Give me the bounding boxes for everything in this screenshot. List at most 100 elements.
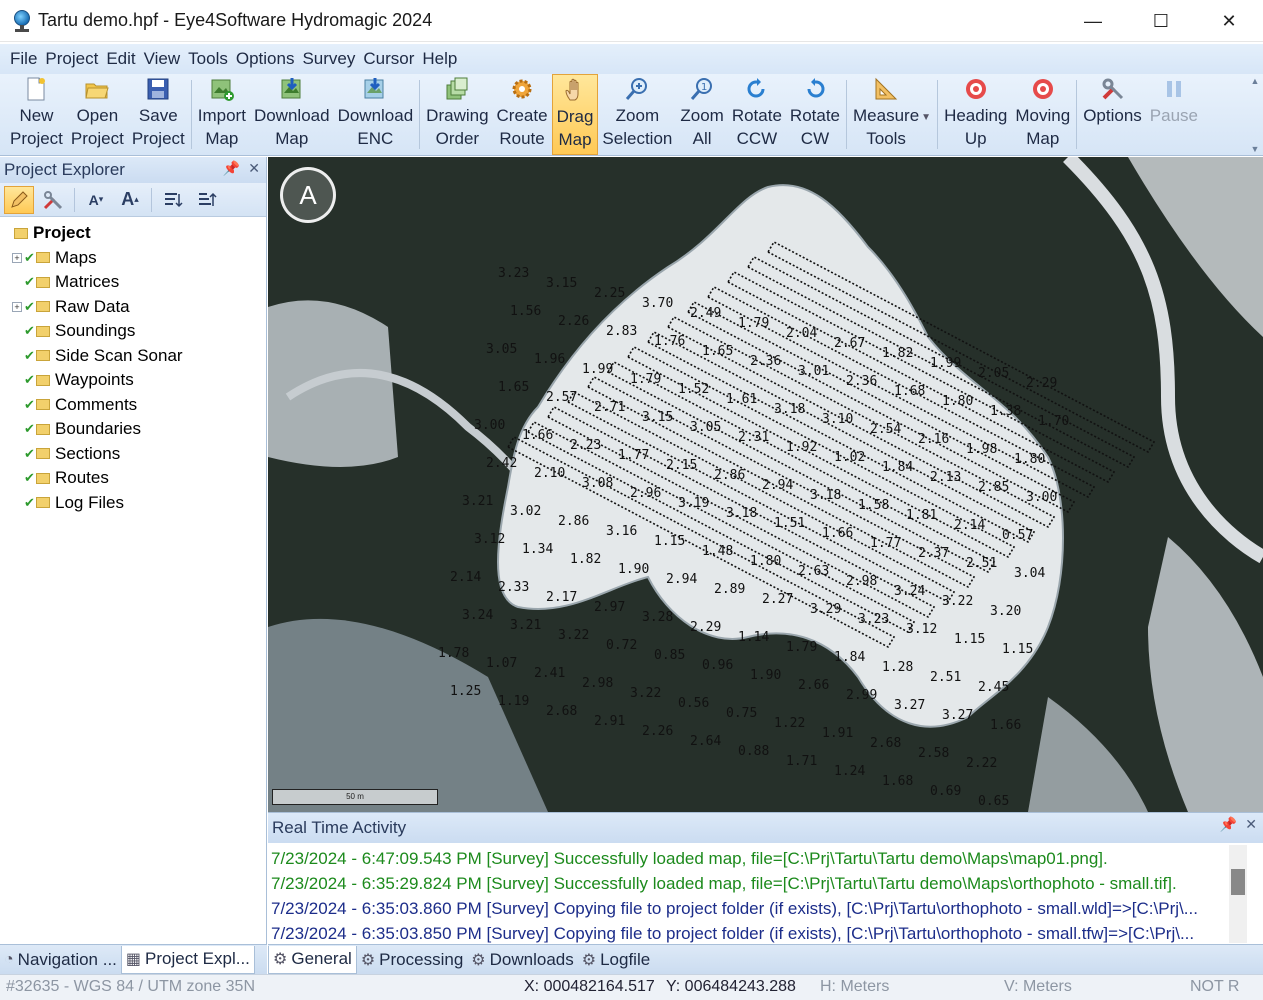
tab-downloads[interactable]: ⚙ Downloads — [467, 946, 577, 974]
maximize-button[interactable]: ☐ — [1127, 0, 1195, 42]
tree-item-sections[interactable]: ✔ Sections — [4, 442, 266, 467]
checkmark-icon[interactable]: ✔ — [24, 470, 35, 486]
drag-map-button[interactable]: Drag Map — [551, 74, 599, 155]
project-explorer-header: Project Explorer 📌 ✕ — [0, 157, 266, 183]
checkmark-icon[interactable]: ✔ — [24, 495, 35, 511]
checkmark-icon[interactable]: ✔ — [24, 323, 35, 339]
tab-project-explorer-label: Project Expl... — [145, 949, 250, 968]
download-enc-button[interactable]: Download ENC — [334, 74, 418, 155]
import-map-button[interactable]: Import Map — [194, 74, 250, 155]
rotate-cw-button[interactable]: Rotate CW — [786, 74, 844, 155]
sounding-label: 2.68 — [546, 704, 577, 719]
moving-map-button[interactable]: Moving Map — [1011, 74, 1074, 155]
chevron-down-icon[interactable]: ▼ — [921, 106, 931, 129]
menu-edit[interactable]: Edit — [106, 49, 135, 69]
menu-survey[interactable]: Survey — [302, 49, 355, 69]
menu-cursor[interactable]: Cursor — [363, 49, 414, 69]
left-panel-tabs: ◔ Navigation ... ▦ Project Expl... — [0, 944, 267, 974]
tab-processing[interactable]: ⚙ Processing — [357, 946, 467, 974]
chevron-down-icon[interactable]: ▼ — [1251, 144, 1260, 154]
tree-item-side-scan-sonar[interactable]: ✔ Side Scan Sonar — [4, 344, 266, 369]
sort-descending-icon[interactable] — [192, 186, 222, 214]
tab-project-explorer[interactable]: ▦ Project Expl... — [120, 945, 255, 974]
menu-file[interactable]: File — [10, 49, 37, 69]
drawing-order-button[interactable]: Drawing Order — [422, 74, 492, 155]
close-icon[interactable]: ✕ — [248, 160, 260, 177]
tree-item-boundaries[interactable]: ✔ Boundaries — [4, 417, 266, 442]
scrollbar-thumb[interactable] — [1231, 869, 1245, 895]
checkmark-icon[interactable]: ✔ — [24, 348, 35, 364]
sounding-label: 1.82 — [882, 346, 913, 361]
tab-general[interactable]: ⚙ General — [268, 945, 357, 974]
sort-ascending-icon[interactable] — [158, 186, 188, 214]
options-button[interactable]: Options — [1079, 74, 1146, 155]
zoom-all-button[interactable]: 1 Zoom All — [676, 74, 727, 155]
status-v-units: V: Meters — [1004, 978, 1072, 995]
checkmark-icon[interactable]: ✔ — [24, 421, 35, 437]
activity-scrollbar[interactable] — [1229, 845, 1247, 943]
tree-root-project[interactable]: Project — [4, 221, 266, 246]
tree-item-waypoints[interactable]: ✔ Waypoints — [4, 368, 266, 393]
pin-icon[interactable]: 📌 — [1220, 816, 1237, 833]
tree-item-label: Side Scan Sonar — [55, 345, 183, 365]
drag-map-label-1: Drag — [556, 107, 594, 126]
close-button[interactable]: ✕ — [1195, 0, 1263, 42]
sounding-label: 2.36 — [750, 354, 781, 369]
create-route-button[interactable]: Create Route — [493, 74, 552, 155]
north-arrow-icon[interactable]: A — [280, 167, 336, 223]
new-project-button[interactable]: New Project — [6, 74, 67, 155]
tree-item-log-files[interactable]: ✔ Log Files — [4, 491, 266, 516]
pin-icon[interactable]: 📌 — [223, 160, 240, 177]
sounding-label: 1.81 — [906, 508, 937, 523]
font-decrease-icon[interactable]: A ▾ — [81, 186, 111, 214]
menu-tools[interactable]: Tools — [188, 49, 228, 69]
checkmark-icon[interactable]: ✔ — [24, 250, 35, 266]
tab-logfile[interactable]: ⚙ Logfile — [578, 946, 654, 974]
sounding-label: 2.16 — [918, 432, 949, 447]
checkmark-icon[interactable]: ✔ — [24, 446, 35, 462]
menu-view[interactable]: View — [144, 49, 181, 69]
sounding-label: 1.66 — [522, 428, 553, 443]
heading-up-button[interactable]: Heading Up — [940, 74, 1011, 155]
sounding-label: 1.19 — [498, 694, 529, 709]
sounding-label: 2.67 — [834, 336, 865, 351]
tree-item-matrices[interactable]: ✔ Matrices — [4, 270, 266, 295]
sounding-label: 3.15 — [546, 276, 577, 291]
tree-item-maps[interactable]: + ✔ Maps — [4, 246, 266, 271]
tree-item-comments[interactable]: ✔ Comments — [4, 393, 266, 418]
checkmark-icon[interactable]: ✔ — [24, 299, 35, 315]
checkmark-icon[interactable]: ✔ — [24, 397, 35, 413]
font-increase-icon[interactable]: A ▴ — [115, 186, 145, 214]
menu-project[interactable]: Project — [45, 49, 98, 69]
menu-options[interactable]: Options — [236, 49, 295, 69]
rotate-ccw-button[interactable]: Rotate CCW — [728, 74, 786, 155]
map-view[interactable]: 3.23 3.15 2.25 3.70 2.49 1.79 2.04 2.67 1.82 1.99… — [268, 157, 1263, 812]
zoom-selection-button[interactable]: Zoom Selection — [598, 74, 676, 155]
measure-tools-button[interactable]: Measure Tools ▼ — [849, 74, 935, 155]
menu-help[interactable]: Help — [422, 49, 457, 69]
download-map-button[interactable]: Download Map — [250, 74, 334, 155]
tree-item-soundings[interactable]: ✔ Soundings — [4, 319, 266, 344]
minimize-button[interactable]: — — [1059, 0, 1127, 42]
expand-icon[interactable]: + — [12, 252, 22, 263]
tree-item-routes[interactable]: ✔ Routes — [4, 466, 266, 491]
tree-item-raw-data[interactable]: + ✔ Raw Data — [4, 295, 266, 320]
open-project-button[interactable]: Open Project — [67, 74, 128, 155]
toolbar-scroll[interactable]: ▲ ▼ — [1249, 76, 1261, 154]
sounding-label: 1.98 — [966, 442, 997, 457]
close-icon[interactable]: ✕ — [1245, 816, 1257, 833]
pencil-icon[interactable] — [4, 185, 34, 214]
sounding-label: 2.31 — [738, 430, 769, 445]
tools-icon[interactable] — [38, 186, 68, 214]
save-project-button[interactable]: Save Project — [128, 74, 189, 155]
chevron-up-icon[interactable]: ▲ — [1251, 76, 1260, 86]
pause-button[interactable]: Pause — [1146, 74, 1202, 155]
collapse-icon[interactable] — [4, 228, 12, 238]
expand-icon[interactable]: + — [12, 301, 22, 312]
map-canvas[interactable]: 3.23 3.15 2.25 3.70 2.49 1.79 2.04 2.67 1.82 1.99… — [268, 157, 1263, 812]
checkmark-icon[interactable]: ✔ — [24, 372, 35, 388]
real-time-activity-panel: Real Time Activity 📌 ✕ 7/23/2024 - 6:47:… — [268, 812, 1263, 944]
tab-navigation[interactable]: ◔ Navigation ... — [0, 946, 121, 974]
checkmark-icon[interactable]: ✔ — [24, 274, 35, 290]
sounding-label: 3.24 — [462, 608, 493, 623]
